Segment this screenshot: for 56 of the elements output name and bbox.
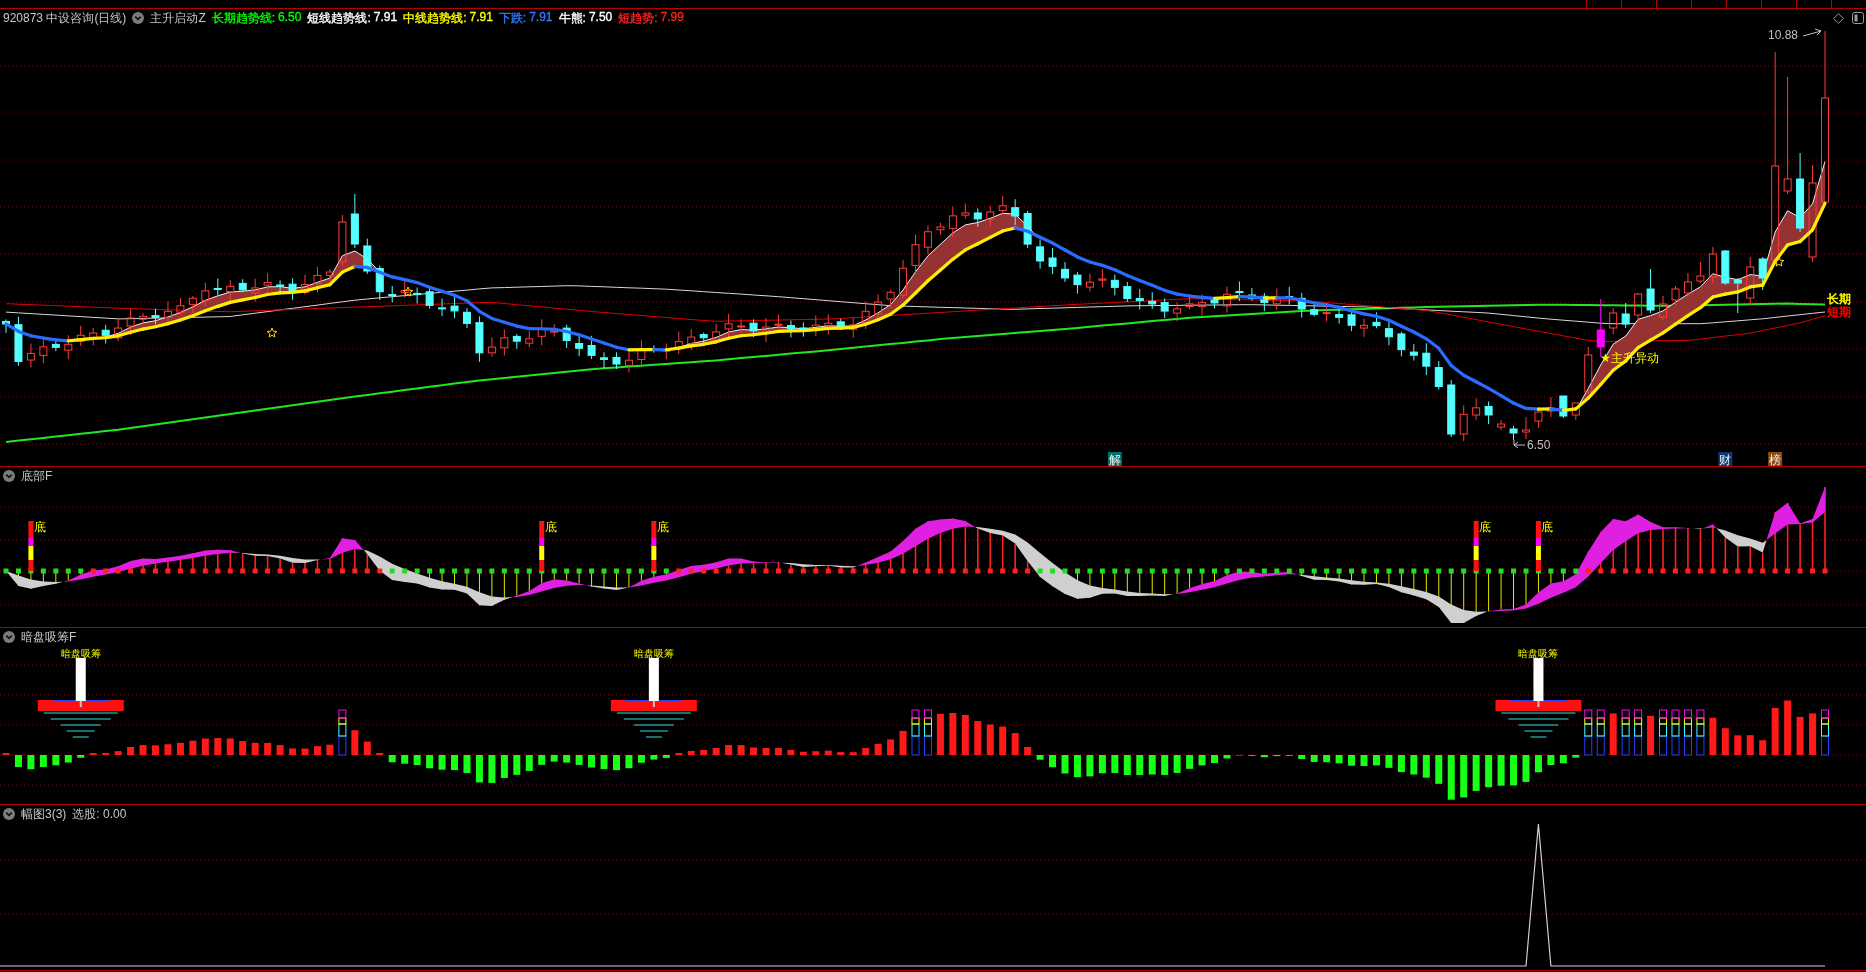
chevron-down-icon[interactable]	[3, 631, 15, 643]
legend-value: 7.99	[660, 9, 684, 26]
legend-value: 7.91	[469, 9, 493, 26]
signal-bar	[651, 521, 657, 571]
star-icon	[1773, 256, 1785, 267]
signal-marker-icon	[610, 658, 697, 738]
legend-label: 牛熊:	[558, 9, 586, 27]
legend-label: 长期趋势线:	[211, 9, 276, 27]
panel-title: 幅图3(3)	[21, 805, 67, 823]
security-title: 920873 中设咨询(日线)	[3, 9, 127, 27]
line-label: 长期	[1827, 292, 1851, 306]
falling-band-segment	[1716, 528, 1767, 553]
chevron-down-icon[interactable]	[3, 470, 15, 482]
legend-label: 短线趋势线:	[307, 9, 371, 27]
legend-label: 短趋势:	[618, 9, 658, 27]
signal-bar	[1473, 521, 1479, 571]
panel-title: 底部F	[21, 467, 53, 485]
chevron-down-icon[interactable]	[132, 12, 145, 24]
legend-value: 6.50	[278, 9, 302, 26]
legend-label: 中线趋势线:	[403, 9, 467, 27]
price-label: 6.50	[1527, 438, 1551, 452]
legend-value: 7.91	[373, 9, 398, 26]
indicator-name: 主升启动Z	[150, 9, 206, 27]
line-label: 短期	[1827, 305, 1851, 319]
diamond-icon[interactable]	[1833, 12, 1844, 24]
legend-value: 7.50	[588, 9, 613, 26]
leader-arrow	[1513, 439, 1526, 449]
chevron-down-icon[interactable]	[3, 808, 15, 820]
signal-label: 暗盘吸筹	[633, 647, 674, 659]
legend-value: 7.91	[529, 9, 553, 26]
event-badge[interactable]: 财	[1718, 452, 1733, 466]
leader-arrow	[1802, 28, 1822, 37]
star-icon	[402, 286, 414, 297]
signal-label: 底	[544, 520, 557, 534]
signal-label: 暗盘吸筹	[60, 647, 101, 659]
signal-label: 底	[656, 520, 669, 534]
panel-title: 暗盘吸筹F	[21, 628, 77, 646]
signal-label: 底	[1541, 520, 1554, 534]
event-badge[interactable]: 榜	[1768, 452, 1783, 466]
legend-label: 下跌:	[498, 9, 527, 27]
signal-bar	[1535, 521, 1541, 571]
rising-band-segment	[1766, 487, 1825, 540]
signal-label: 底	[33, 520, 46, 534]
signal-bar	[28, 521, 34, 571]
signal-label: 暗盘吸筹	[1518, 647, 1559, 659]
signal-marker-icon	[1495, 658, 1582, 738]
star-icon	[266, 327, 278, 338]
signal-label: 底	[1479, 520, 1492, 534]
signal-marker-icon	[37, 658, 124, 738]
rising-band-segment	[1702, 524, 1717, 529]
sidebar-toggle-icon[interactable]	[1852, 12, 1864, 24]
panel-reading: 选股: 0.00	[72, 805, 127, 823]
falling-band-segment	[6, 571, 63, 589]
price-label: 10.88	[1768, 28, 1799, 42]
signal-bar	[539, 521, 545, 571]
event-badge[interactable]: 解	[1107, 452, 1122, 466]
